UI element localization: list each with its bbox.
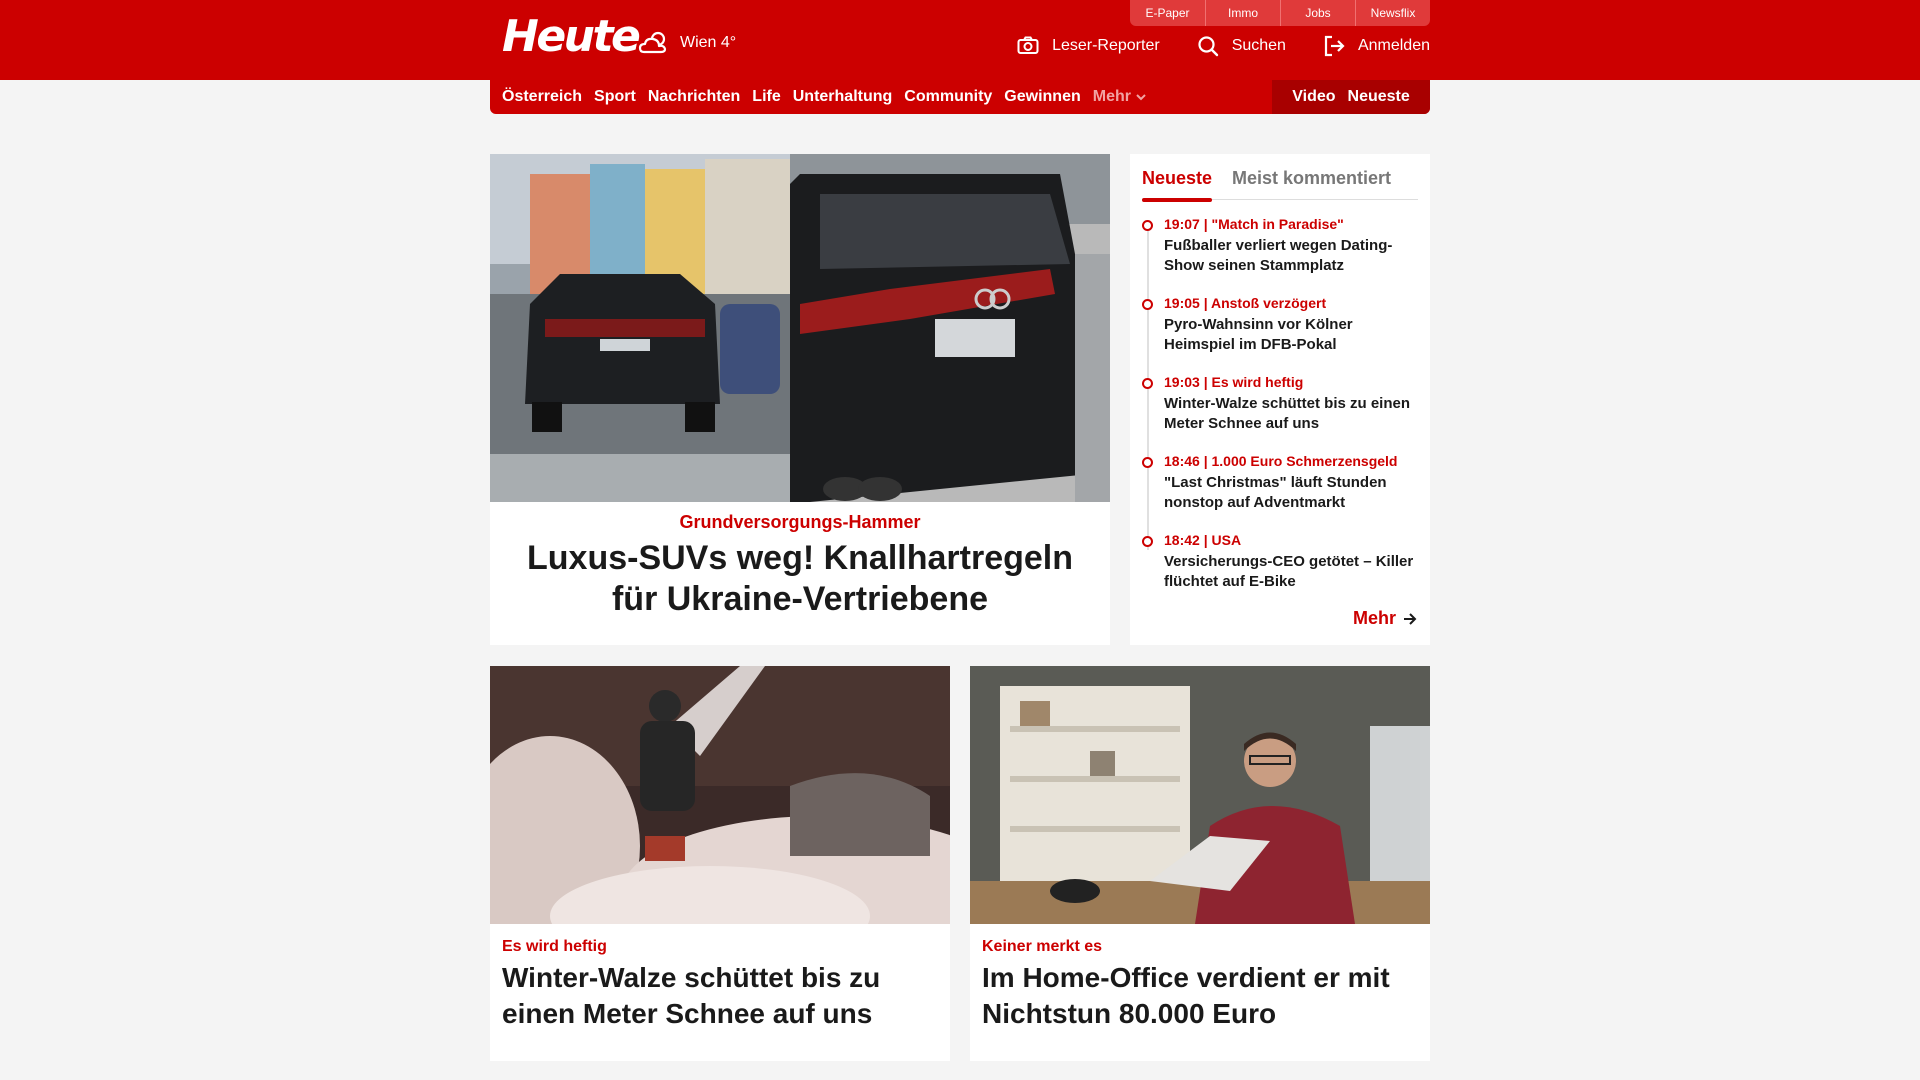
card-kicker: Es wird heftig	[502, 938, 607, 955]
nav-right-group: Video Neueste	[1272, 80, 1430, 114]
cloud-sun-icon	[638, 31, 667, 54]
card-title[interactable]: Im Home-Office verdient er mit Nichtstun…	[982, 960, 1418, 1032]
article-card[interactable]: Keiner merkt es Im Home-Office verdient …	[970, 666, 1430, 1061]
hero-article[interactable]: Grundversorgungs-Hammer Luxus-SUVs weg! …	[490, 154, 1110, 645]
login-button[interactable]: Anmelden	[1322, 34, 1430, 58]
leser-reporter-button[interactable]: Leser-Reporter	[1016, 34, 1160, 58]
nav-item-nachrichten[interactable]: Nachrichten	[648, 88, 740, 106]
news-item-headline[interactable]: "Last Christmas" läuft Stunden nonstop a…	[1164, 473, 1420, 513]
nav-item-oesterreich[interactable]: Österreich	[502, 88, 582, 106]
news-item-meta: 18:42 | USA	[1164, 532, 1242, 548]
card-title[interactable]: Winter-Walze schüttet bis zu einen Meter…	[502, 960, 938, 1032]
hero-image[interactable]	[490, 154, 1110, 502]
card-kicker: Keiner merkt es	[982, 938, 1103, 955]
nav-more-dropdown[interactable]: Mehr	[1093, 88, 1147, 106]
util-link-epaper[interactable]: E-Paper	[1130, 0, 1205, 26]
arrow-right-icon	[1404, 612, 1417, 625]
util-links: E-Paper Immo Jobs Newsflix	[1130, 0, 1430, 26]
camera-icon	[1017, 36, 1039, 54]
nav-item-life[interactable]: Life	[752, 88, 780, 106]
weather-label: Wien 4°	[680, 34, 737, 51]
news-item-headline[interactable]: Pyro-Wahnsinn vor Kölner Heimspiel im DF…	[1164, 315, 1420, 355]
card-image[interactable]	[490, 666, 950, 924]
nav-items: Österreich Sport Nachrichten Life Unterh…	[502, 80, 1147, 114]
leser-reporter-label: Leser-Reporter	[1052, 37, 1160, 54]
news-item-meta: 19:05 | Anstoß verzögert	[1164, 295, 1327, 311]
chevron-down-icon	[1136, 94, 1146, 101]
hero-title[interactable]: Luxus-SUVs weg! Knallhartregeln für Ukra…	[510, 538, 1090, 620]
site-logo[interactable]: Heute	[502, 12, 641, 62]
util-link-newsflix[interactable]: Newsflix	[1355, 0, 1430, 26]
sidebar-more-label: Mehr	[1352, 608, 1396, 628]
weather-widget[interactable]: Wien 4°	[638, 28, 736, 58]
timeline-dot	[1142, 220, 1153, 231]
nav-item-unterhaltung[interactable]: Unterhaltung	[793, 88, 893, 106]
card-image[interactable]	[970, 666, 1430, 924]
sidebar-tabs: Neueste Meist kommentiert	[1142, 162, 1418, 202]
search-label: Suchen	[1231, 37, 1286, 54]
util-link-immo[interactable]: Immo	[1205, 0, 1280, 26]
tab-meist-kommentiert[interactable]: Meist kommentiert	[1232, 168, 1391, 189]
news-item-headline[interactable]: Fußballer verliert wegen Dating-Show sei…	[1164, 236, 1420, 276]
tab-neueste[interactable]: Neueste	[1142, 168, 1213, 202]
timeline-dot	[1142, 378, 1153, 389]
nav-item-gewinnen[interactable]: Gewinnen	[1004, 88, 1080, 106]
top-header: Heute Wien 4° E-Paper Immo Jobs Newsflix…	[0, 0, 1920, 80]
news-item-meta: 19:07 | "Match in Paradise"	[1164, 216, 1344, 232]
nav-video-link[interactable]: Video	[1292, 88, 1335, 106]
search-button[interactable]: Suchen	[1196, 34, 1286, 58]
login-label: Anmelden	[1357, 37, 1430, 54]
timeline-dot	[1142, 299, 1153, 310]
latest-news-sidebar: Neueste Meist kommentiert 19:07 | "Match…	[1130, 154, 1430, 645]
nav-latest-link[interactable]: Neueste	[1348, 88, 1410, 106]
util-link-jobs[interactable]: Jobs	[1280, 0, 1355, 26]
news-item-meta: 19:03 | Es wird heftig	[1164, 374, 1304, 390]
timeline-dot	[1142, 536, 1153, 547]
header-inner: Heute Wien 4° E-Paper Immo Jobs Newsflix…	[490, 0, 1430, 80]
header-actions: Leser-Reporter Suchen Anmelden	[1016, 34, 1430, 58]
home-office-photo	[970, 666, 1430, 924]
search-icon	[1198, 36, 1218, 57]
hero-photo-cars	[490, 154, 1110, 502]
nav-item-sport[interactable]: Sport	[594, 88, 636, 106]
news-item-headline[interactable]: Versicherungs-CEO getötet – Killer flüch…	[1164, 552, 1420, 592]
news-item-headline[interactable]: Winter-Walze schüttet bis zu einen Meter…	[1164, 394, 1420, 434]
nav-more-label: Mehr	[1092, 88, 1131, 105]
article-card[interactable]: Es wird heftig Winter-Walze schüttet bis…	[490, 666, 950, 1061]
timeline-dot	[1142, 457, 1153, 468]
login-icon	[1324, 35, 1345, 57]
nav-item-community[interactable]: Community	[904, 88, 992, 106]
snow-photo	[490, 666, 950, 924]
sidebar-more-link[interactable]: Mehr	[1353, 608, 1418, 629]
hero-kicker: Grundversorgungs-Hammer	[679, 512, 921, 532]
main-nav: Österreich Sport Nachrichten Life Unterh…	[490, 80, 1430, 114]
news-item-meta: 18:46 | 1.000 Euro Schmerzensgeld	[1164, 453, 1398, 469]
